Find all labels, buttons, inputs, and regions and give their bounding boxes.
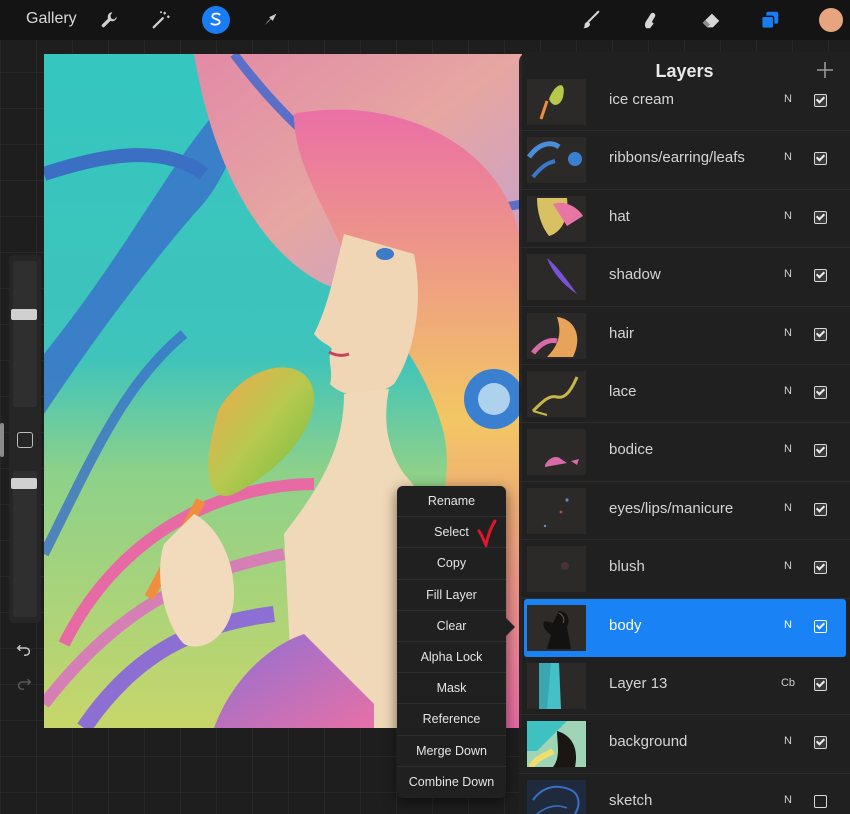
color-swatch[interactable] xyxy=(819,8,843,32)
blend-mode-label[interactable]: N xyxy=(775,151,801,163)
menu-item-reference[interactable]: Reference xyxy=(397,704,506,736)
menu-item-fill-layer[interactable]: Fill Layer xyxy=(397,580,506,611)
brush-size-slider[interactable] xyxy=(13,261,37,407)
layer-row-sketch[interactable]: sketch N xyxy=(519,774,850,814)
layer-thumbnail xyxy=(527,429,586,476)
layer-name: background xyxy=(609,733,688,751)
layer-name: hair xyxy=(609,324,635,342)
undo-icon[interactable] xyxy=(14,638,34,658)
layer-visibility-checkbox[interactable] xyxy=(814,385,827,399)
layer-row-body[interactable]: body N xyxy=(524,598,846,657)
layer-row-hat[interactable]: hat N xyxy=(519,190,850,249)
layer-row-shadow[interactable]: shadow N xyxy=(519,248,850,307)
magic-wand-icon[interactable] xyxy=(147,6,175,34)
layer-name: Layer 13 xyxy=(609,674,668,692)
layer-thumbnail xyxy=(527,662,586,709)
layer-name: body xyxy=(609,616,642,634)
layer-row-ice-cream[interactable]: ice cream N xyxy=(519,73,850,132)
layer-row-eyes-lips-manicure[interactable]: eyes/lips/manicure N xyxy=(519,482,850,541)
layer-thumbnail xyxy=(527,312,586,359)
layer-visibility-checkbox[interactable] xyxy=(814,269,827,283)
layer-visibility-checkbox[interactable] xyxy=(814,677,827,691)
layer-name: eyes/lips/manicure xyxy=(609,499,734,517)
gallery-button[interactable]: Gallery xyxy=(26,10,77,28)
layer-name: shadow xyxy=(609,266,661,284)
layer-visibility-checkbox[interactable] xyxy=(814,794,827,808)
layer-name: blush xyxy=(609,558,645,576)
layer-row-ribbons-earring-leafs[interactable]: ribbons/earring/leafs N xyxy=(519,131,850,190)
blend-mode-label[interactable]: N xyxy=(775,560,801,572)
smudge-icon[interactable] xyxy=(636,6,664,34)
blend-mode-label[interactable]: N xyxy=(775,619,801,631)
top-toolbar: Gallery xyxy=(0,0,850,40)
layer-visibility-checkbox[interactable] xyxy=(814,94,827,107)
layer-name: sketch xyxy=(609,791,653,809)
menu-item-combine-down[interactable]: Combine Down xyxy=(397,767,506,798)
layer-name: ice cream xyxy=(609,91,675,108)
layer-visibility-checkbox[interactable] xyxy=(814,152,827,166)
layers-panel: Layers ice cream N ribbons/earring/leafs… xyxy=(519,52,850,814)
blend-mode-label[interactable]: N xyxy=(775,385,801,397)
blend-mode-label[interactable]: N xyxy=(775,268,801,280)
blend-mode-label[interactable]: Cb xyxy=(775,677,801,689)
layer-thumbnail xyxy=(527,195,586,242)
menu-item-alpha-lock[interactable]: Alpha Lock xyxy=(397,642,506,674)
layer-thumbnail xyxy=(527,779,586,814)
selection-icon[interactable] xyxy=(202,6,230,34)
modify-button[interactable] xyxy=(17,432,33,448)
layer-thumbnail xyxy=(527,370,586,417)
layer-row-hair[interactable]: hair N xyxy=(519,307,850,365)
layer-thumbnail xyxy=(527,721,586,768)
blend-mode-label[interactable]: N xyxy=(775,443,801,455)
layer-visibility-checkbox[interactable] xyxy=(814,619,827,633)
menu-item-mask[interactable]: Mask xyxy=(397,673,506,705)
blend-mode-label[interactable]: N xyxy=(775,735,801,747)
layer-visibility-checkbox[interactable] xyxy=(814,210,827,224)
layer-thumbnail xyxy=(527,604,586,651)
layer-visibility-checkbox[interactable] xyxy=(814,444,827,458)
layer-name: lace xyxy=(609,382,637,400)
blend-mode-label[interactable]: N xyxy=(775,794,801,806)
opacity-handle[interactable] xyxy=(11,478,37,489)
menu-item-rename[interactable]: Rename xyxy=(397,486,506,518)
layer-thumbnail xyxy=(527,79,586,125)
layer-thumbnail xyxy=(527,137,586,184)
layer-thumbnail xyxy=(527,254,586,301)
layer-thumbnail xyxy=(527,546,586,593)
eraser-icon[interactable] xyxy=(697,6,725,34)
layer-thumbnail xyxy=(527,487,586,534)
layer-visibility-checkbox[interactable] xyxy=(814,502,827,516)
menu-item-merge-down[interactable]: Merge Down xyxy=(397,736,506,767)
brush-size-handle[interactable] xyxy=(11,309,37,320)
layer-row-layer-13[interactable]: Layer 13 Cb xyxy=(519,657,850,716)
menu-item-copy[interactable]: Copy xyxy=(397,548,506,580)
annotation-checkmark-icon xyxy=(477,519,497,547)
layers-icon[interactable] xyxy=(756,6,784,34)
layer-visibility-checkbox[interactable] xyxy=(814,327,827,341)
layer-visibility-checkbox[interactable] xyxy=(814,561,827,575)
opacity-slider[interactable] xyxy=(13,471,37,617)
wrench-icon[interactable] xyxy=(96,6,124,34)
blend-mode-label[interactable]: N xyxy=(775,327,801,339)
menu-pointer-caret xyxy=(506,618,515,636)
layer-row-blush[interactable]: blush N xyxy=(519,540,850,599)
layer-visibility-checkbox[interactable] xyxy=(814,736,827,750)
layer-row-bodice[interactable]: bodice N xyxy=(519,423,850,482)
sidebar-edge-marker xyxy=(0,423,4,457)
layer-name: bodice xyxy=(609,441,654,459)
blend-mode-label[interactable]: N xyxy=(775,210,801,222)
transform-arrow-icon[interactable] xyxy=(256,6,284,34)
layer-row-background[interactable]: background N xyxy=(519,715,850,774)
layer-name: ribbons/earring/leafs xyxy=(609,149,745,167)
layer-name: hat xyxy=(609,207,630,225)
layer-row-lace[interactable]: lace N xyxy=(519,365,850,424)
blend-mode-label[interactable]: N xyxy=(775,502,801,514)
blend-mode-label[interactable]: N xyxy=(775,93,801,105)
layer-list: ice cream N ribbons/earring/leafs N hat … xyxy=(519,73,850,814)
left-sidebar xyxy=(9,255,41,623)
menu-item-clear[interactable]: Clear xyxy=(397,611,506,642)
brush-icon[interactable] xyxy=(577,6,605,34)
redo-icon[interactable] xyxy=(14,672,34,692)
